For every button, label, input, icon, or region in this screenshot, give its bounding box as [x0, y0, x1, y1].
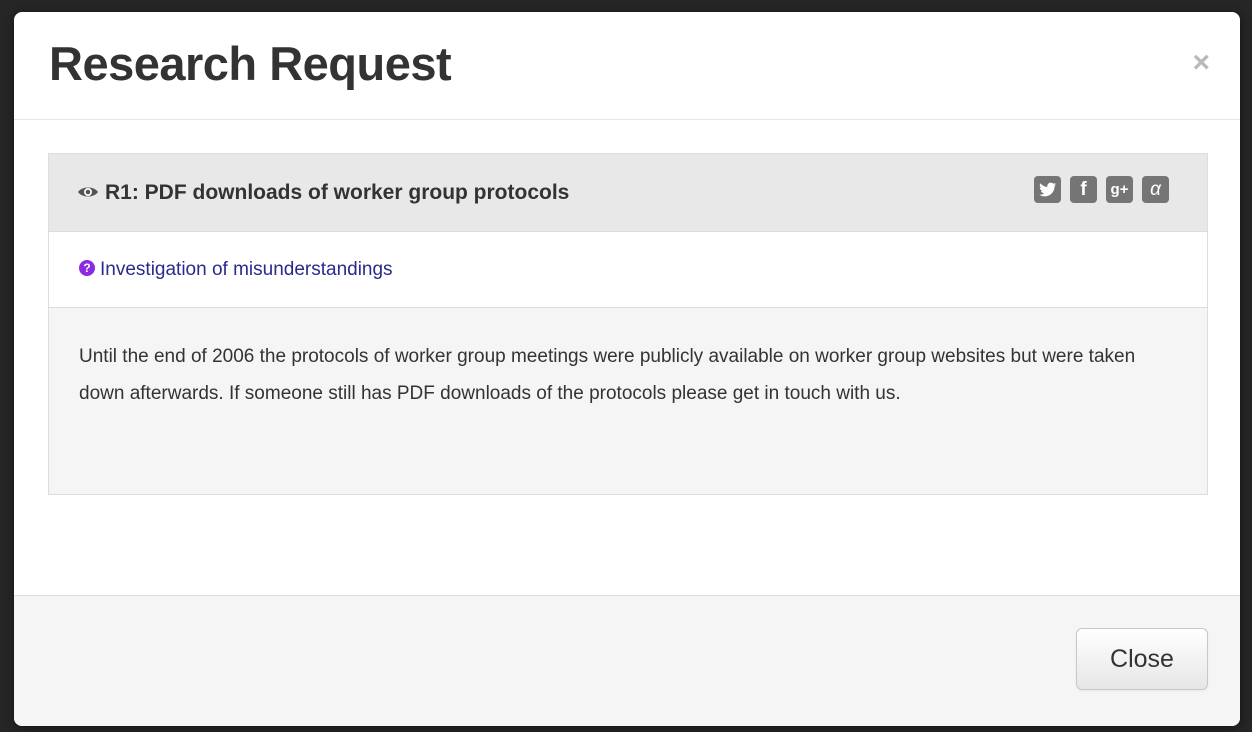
facebook-icon[interactable]: f: [1070, 176, 1097, 203]
request-title: R1: PDF downloads of worker group protoc…: [77, 180, 569, 206]
request-panel: R1: PDF downloads of worker group protoc…: [48, 153, 1208, 495]
question-circle-icon: ?: [79, 260, 95, 277]
category-link[interactable]: ? Investigation of misunderstandings: [79, 258, 393, 282]
eye-icon: [78, 187, 98, 197]
request-heading: R1: PDF downloads of worker group protoc…: [49, 154, 1207, 232]
research-request-modal: Research Request × R1: PDF downloads of …: [14, 12, 1240, 726]
google-plus-icon[interactable]: g+: [1106, 176, 1133, 203]
modal-title: Research Request: [49, 37, 452, 90]
close-icon[interactable]: ×: [1192, 48, 1210, 78]
modal-header: Research Request ×: [14, 12, 1240, 120]
twitter-bird-icon: [1038, 182, 1056, 197]
request-title-text: R1: PDF downloads of worker group protoc…: [105, 181, 570, 204]
close-button[interactable]: Close: [1076, 628, 1208, 690]
request-description: Until the end of 2006 the protocols of w…: [79, 346, 1136, 404]
request-category-row: ? Investigation of misunderstandings: [49, 232, 1207, 308]
modal-footer: Close: [14, 595, 1240, 726]
share-icons: f g+ α: [1034, 176, 1169, 204]
category-label: Investigation of misunderstandings: [100, 259, 393, 280]
twitter-icon[interactable]: [1034, 176, 1061, 203]
email-icon[interactable]: α: [1142, 176, 1169, 203]
